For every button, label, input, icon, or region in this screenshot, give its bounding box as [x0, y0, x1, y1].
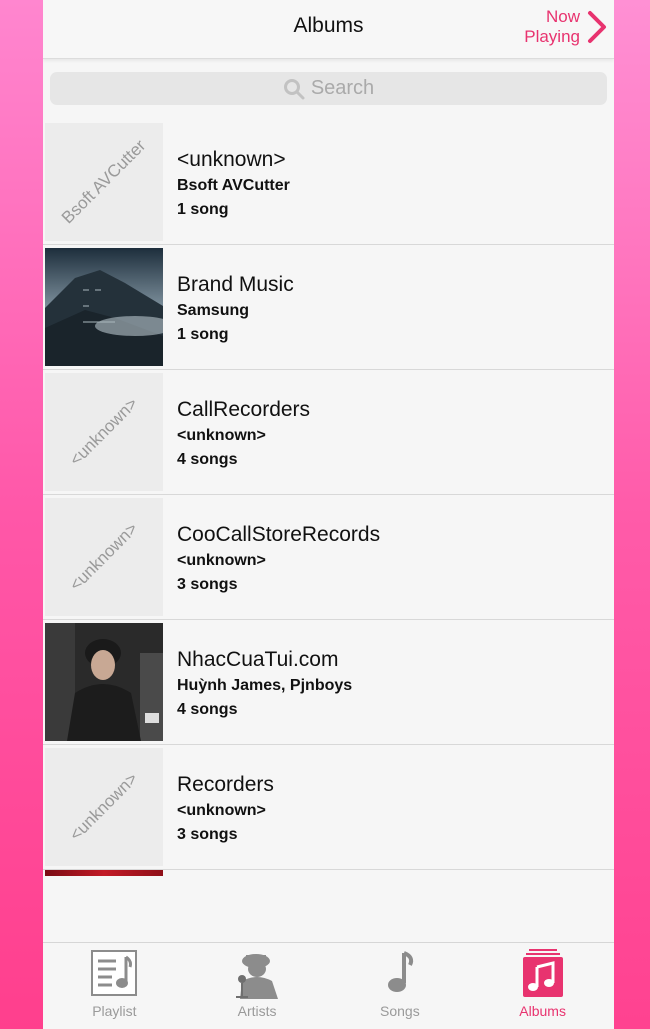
tab-playlist[interactable]: Playlist [43, 943, 186, 1029]
album-title: NhacCuaTui.com [177, 648, 339, 671]
album-artist: Huỳnh James, Pjnboys [177, 677, 353, 694]
album-song-count: 3 songs [177, 576, 238, 593]
album-art: <unknown> [45, 373, 163, 491]
search-bar[interactable]: Search [50, 72, 607, 105]
album-song-count: 4 songs [177, 451, 238, 468]
right-background [614, 0, 650, 1029]
album-title: Brand Music [177, 273, 294, 296]
tab-bar: Playlist Artists Songs Albums [43, 942, 614, 1029]
tab-label: Artists [237, 1003, 277, 1019]
album-artist: <unknown> [177, 427, 266, 444]
tab-albums[interactable]: Albums [471, 943, 614, 1029]
tab-songs[interactable]: Songs [329, 943, 472, 1029]
album-artist: <unknown> [177, 802, 266, 819]
album-row[interactable]: Brand Music Samsung 1 song [43, 245, 614, 370]
album-art: <unknown> [45, 748, 163, 866]
album-artist: <unknown> [177, 552, 266, 569]
search-placeholder: Search [310, 77, 375, 99]
music-note-icon [387, 951, 413, 992]
now-playing-label: Now Playing [524, 7, 580, 46]
album-title: CallRecorders [177, 398, 311, 421]
left-background [0, 0, 43, 1029]
album-title: CooCallStoreRecords [177, 523, 381, 546]
album-art [45, 623, 163, 741]
tab-label: Songs [380, 1003, 420, 1019]
app-window: Albums Now Playing Search Bsoft AVCutter [43, 0, 614, 1029]
header-bar: Albums Now Playing [43, 0, 614, 59]
tab-artists[interactable]: Artists [186, 943, 329, 1029]
album-song-count: 3 songs [177, 826, 238, 843]
album-row[interactable]: NhacCuaTui.com Huỳnh James, Pjnboys 4 so… [43, 620, 614, 745]
album-art: <unknown> [45, 498, 163, 616]
playlist-icon [91, 950, 138, 996]
chevron-right-icon [588, 11, 606, 43]
tab-label: Playlist [92, 1003, 137, 1019]
album-list: Bsoft AVCutter <unknown> Bsoft AVCutter … [43, 120, 614, 870]
album-row[interactable]: Bsoft AVCutter <unknown> Bsoft AVCutter … [43, 120, 614, 245]
album-artist: Bsoft AVCutter [177, 177, 290, 194]
tab-label: Albums [519, 1003, 566, 1019]
album-art [45, 248, 163, 366]
album-row[interactable]: <unknown> CallRecorders <unknown> 4 song… [43, 370, 614, 495]
album-art-partial [45, 870, 163, 876]
artists-icon [236, 954, 279, 999]
album-title: Recorders [177, 773, 274, 796]
album-title: <unknown> [177, 148, 286, 171]
search-icon [283, 78, 305, 99]
album-song-count: 1 song [177, 326, 229, 343]
album-song-count: 1 song [177, 201, 229, 218]
album-row[interactable]: <unknown> CooCallStoreRecords <unknown> … [43, 495, 614, 620]
now-playing-button[interactable]: Now Playing [524, 5, 608, 49]
album-artist: Samsung [177, 302, 250, 319]
album-song-count: 4 songs [177, 701, 238, 718]
album-row[interactable]: <unknown> Recorders <unknown> 3 songs [43, 745, 614, 870]
album-art: Bsoft AVCutter [45, 123, 163, 241]
albums-icon [522, 949, 563, 997]
